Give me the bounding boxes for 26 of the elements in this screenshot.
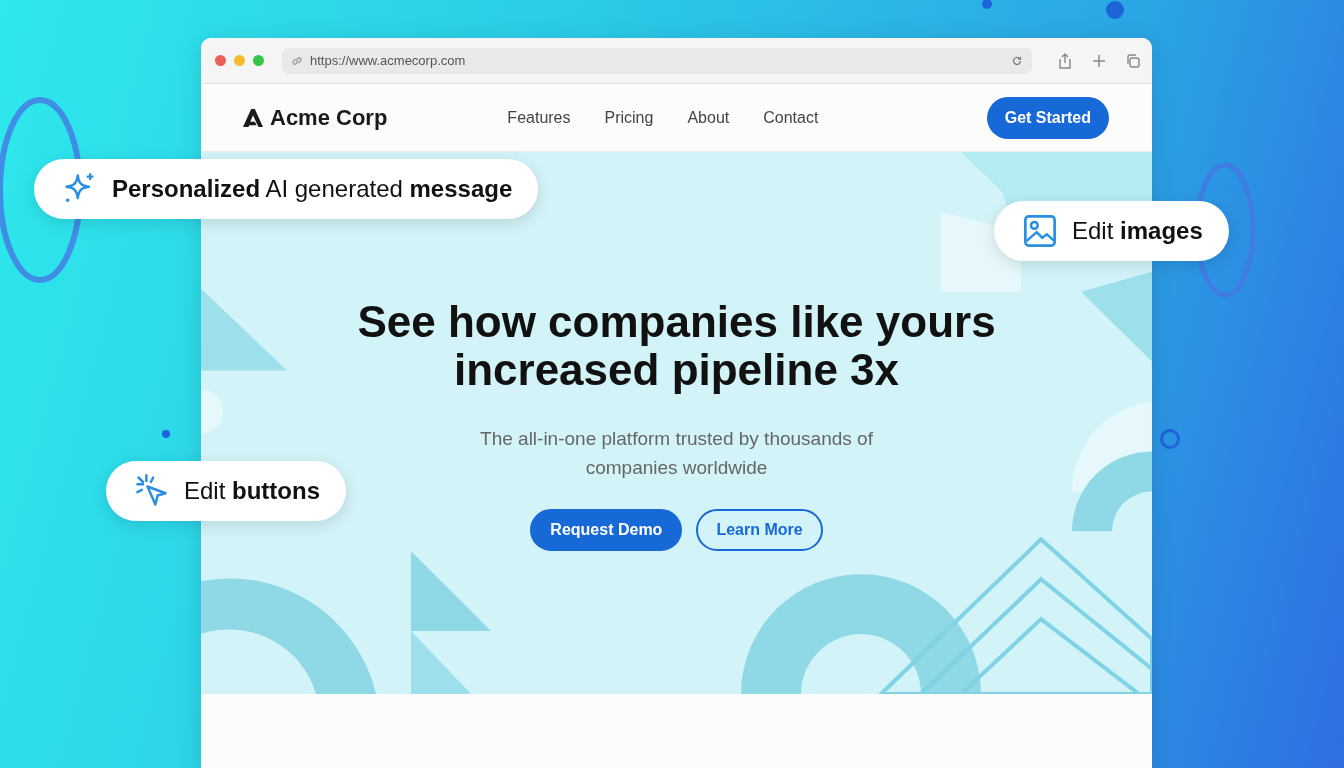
nav-link[interactable]: Contact <box>763 108 819 127</box>
primary-button[interactable]: Request Demo <box>530 509 683 551</box>
decor-dot <box>1106 1 1124 19</box>
cursor-click-icon <box>134 473 170 509</box>
zoom-dot-icon[interactable] <box>253 55 264 66</box>
nav-link[interactable]: About <box>687 108 730 127</box>
callout-text: Edit buttons <box>184 477 320 505</box>
hero-heading: See how companies like yours increased pipeline 3x <box>356 298 997 394</box>
share-icon[interactable] <box>1056 51 1074 70</box>
minimize-dot-icon[interactable] <box>234 55 245 66</box>
decor-ring <box>1160 429 1180 449</box>
image-icon <box>1022 213 1058 249</box>
outline-button[interactable]: Learn More <box>696 509 823 551</box>
callout-text: Personalized AI generated message <box>112 175 513 203</box>
get-started-button[interactable]: Get Started <box>986 96 1109 139</box>
logo-icon <box>242 107 264 128</box>
decor-dot <box>982 0 992 9</box>
brand-name: Acme Corp <box>270 104 388 131</box>
hero-subtitle: The all-in-one platform trusted by thousands of companies worldwide <box>479 427 874 480</box>
tabs-icon[interactable] <box>1124 51 1142 70</box>
address-bar[interactable]: https://www.acmecorp.com <box>282 47 1032 74</box>
nav-link[interactable]: Pricing <box>604 108 654 127</box>
nav-link[interactable]: Features <box>507 108 571 127</box>
close-dot-icon[interactable] <box>215 55 226 66</box>
callout-text: Edit images <box>1072 217 1203 245</box>
decor-dot <box>162 430 170 438</box>
